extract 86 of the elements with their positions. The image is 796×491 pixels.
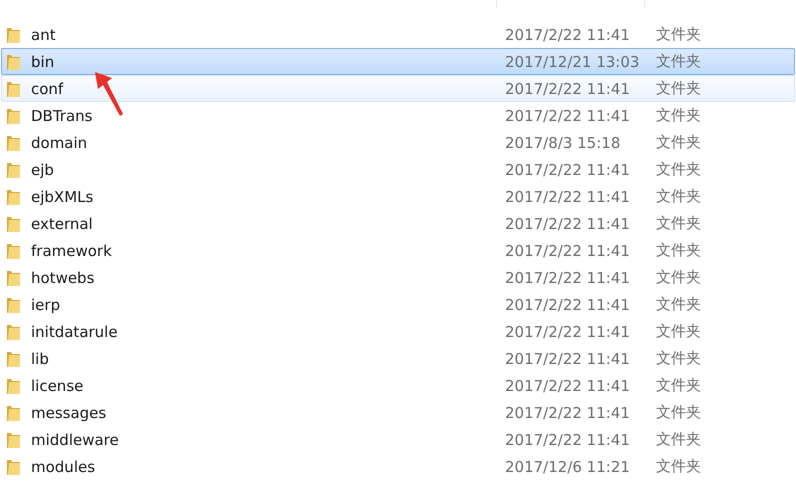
item-type: 文件夹: [655, 268, 702, 287]
folder-icon: [5, 458, 23, 476]
folder-icon: [5, 350, 23, 368]
folder-name: license: [31, 376, 84, 394]
folder-icon: [5, 26, 23, 44]
folder-name: ejbXMLs: [31, 188, 94, 206]
folder-icon: [5, 404, 23, 422]
folder-name: framework: [31, 242, 112, 260]
folder-name: initdatarule: [31, 322, 118, 340]
folder-row[interactable]: middleware 2017/2/22 11:41 文件夹: [1, 426, 795, 453]
item-type: 文件夹: [655, 349, 702, 368]
folder-icon: [5, 268, 23, 286]
item-type: 文件夹: [655, 214, 702, 233]
item-type: 文件夹: [655, 25, 702, 44]
modified-date: 2017/2/22 11:41: [504, 350, 631, 368]
folder-row[interactable]: bin 2017/12/21 13:03 文件夹: [1, 48, 795, 75]
modified-date: 2017/12/6 11:21: [504, 458, 631, 476]
folder-name: conf: [31, 80, 64, 98]
folder-name: bin: [31, 52, 54, 70]
folder-icon: [5, 242, 23, 260]
modified-date: 2017/2/22 11:41: [504, 376, 631, 394]
folder-name: external: [31, 214, 93, 232]
item-type: 文件夹: [655, 295, 702, 314]
folder-row[interactable]: ejbXMLs 2017/2/22 11:41 文件夹: [1, 183, 795, 210]
modified-date: 2017/2/22 11:41: [504, 268, 631, 286]
modified-date: 2017/2/22 11:41: [504, 26, 631, 44]
annotation-arrow: [92, 70, 126, 118]
folder-row[interactable]: conf 2017/2/22 11:41 文件夹: [1, 75, 795, 102]
modified-date: 2017/2/22 11:41: [504, 80, 631, 98]
modified-date: 2017/2/22 11:41: [504, 106, 631, 124]
folder-row[interactable]: messages 2017/2/22 11:41 文件夹: [1, 399, 795, 426]
folder-row[interactable]: ejb 2017/2/22 11:41 文件夹: [1, 156, 795, 183]
folder-row[interactable]: DBTrans 2017/2/22 11:41 文件夹: [1, 102, 795, 129]
modified-date: 2017/2/22 11:41: [504, 404, 631, 422]
modified-date: 2017/2/22 11:41: [504, 322, 631, 340]
folder-name: ejb: [31, 160, 54, 178]
folder-row[interactable]: external 2017/2/22 11:41 文件夹: [1, 210, 795, 237]
modified-date: 2017/2/22 11:41: [504, 242, 631, 260]
folder-name: hotwebs: [31, 268, 94, 286]
folder-row[interactable]: initdatarule 2017/2/22 11:41 文件夹: [1, 318, 795, 345]
folder-row[interactable]: license 2017/2/22 11:41 文件夹: [1, 372, 795, 399]
item-type: 文件夹: [655, 133, 702, 152]
folder-row[interactable]: hotwebs 2017/2/22 11:41 文件夹: [1, 264, 795, 291]
folder-icon: [5, 134, 23, 152]
folder-icon: [5, 430, 23, 448]
folder-row[interactable]: modules 2017/12/6 11:21 文件夹: [1, 453, 795, 480]
folder-icon: [5, 322, 23, 340]
folder-name: messages: [31, 404, 106, 422]
folder-icon: [5, 80, 23, 98]
item-type: 文件夹: [655, 106, 702, 125]
folder-icon: [5, 296, 23, 314]
item-type: 文件夹: [655, 403, 702, 422]
folder-row[interactable]: ierp 2017/2/22 11:41 文件夹: [1, 291, 795, 318]
item-type: 文件夹: [655, 241, 702, 260]
folder-icon: [5, 188, 23, 206]
item-type: 文件夹: [655, 52, 702, 71]
modified-date: 2017/8/3 15:18: [504, 134, 622, 152]
folder-row[interactable]: framework 2017/2/22 11:41 文件夹: [1, 237, 795, 264]
folder-name: ant: [31, 26, 56, 44]
folder-row[interactable]: lib 2017/2/22 11:41 文件夹: [1, 345, 795, 372]
folder-icon: [5, 376, 23, 394]
modified-date: 2017/2/22 11:41: [504, 430, 631, 448]
folder-row[interactable]: domain 2017/8/3 15:18 文件夹: [1, 129, 795, 156]
item-type: 文件夹: [655, 457, 702, 476]
folder-name: lib: [31, 350, 49, 368]
folder-name: ierp: [31, 296, 60, 314]
modified-date: 2017/2/22 11:41: [504, 188, 631, 206]
folder-icon: [5, 214, 23, 232]
modified-date: 2017/2/22 11:41: [504, 214, 631, 232]
item-type: 文件夹: [655, 187, 702, 206]
item-type: 文件夹: [655, 430, 702, 449]
folder-icon: [5, 106, 23, 124]
modified-date: 2017/2/22 11:41: [504, 296, 631, 314]
item-type: 文件夹: [655, 376, 702, 395]
modified-date: 2017/12/21 13:03: [504, 52, 640, 70]
folder-icon: [5, 160, 23, 178]
item-type: 文件夹: [655, 160, 702, 179]
folder-name: modules: [31, 458, 96, 476]
folder-icon: [5, 52, 23, 70]
modified-date: 2017/2/22 11:41: [504, 160, 631, 178]
folder-row[interactable]: ant 2017/2/22 11:41 文件夹: [1, 21, 795, 48]
folder-name: domain: [31, 134, 88, 152]
folder-name: middleware: [31, 430, 119, 448]
item-type: 文件夹: [655, 79, 702, 98]
folder-name: DBTrans: [31, 106, 92, 124]
item-type: 文件夹: [655, 322, 702, 341]
